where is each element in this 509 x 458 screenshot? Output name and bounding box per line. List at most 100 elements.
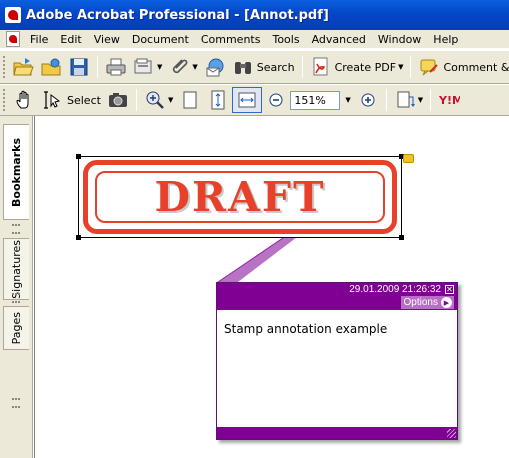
create-pdf-label: Create PDF [334,60,397,74]
resize-handle-bottom-right[interactable] [399,235,404,240]
panel-grip[interactable] [12,293,20,303]
stamp-text: DRAFT [154,173,326,221]
paperclip-icon [173,59,188,74]
menu-file[interactable]: File [24,33,54,46]
stamp-annotation[interactable]: DRAFT [76,154,404,240]
search-button[interactable]: Search [229,54,298,80]
printer-icon [106,58,126,76]
popup-datetime: 29.01.2009 21:26:32 [349,284,441,295]
create-pdf-icon [313,57,328,76]
toolbar-separator [135,89,137,111]
text-cursor-arrow-icon [44,91,61,109]
rotate-pages-icon [397,91,415,108]
hand-tool-button[interactable] [11,87,39,113]
menu-bar: File Edit View Document Comments Tools A… [0,30,509,49]
fax-envelope-icon [134,58,152,74]
tab-signatures-label: Signatures [10,239,23,299]
popup-content[interactable]: Stamp annotation example [224,322,387,336]
tab-signatures[interactable]: Signatures [3,238,29,300]
annotation-popup[interactable]: 29.01.2009 21:26:32 ✕ Options ▶ Stamp an… [216,282,458,440]
create-pdf-button[interactable]: Create PDF ▼ [307,54,407,80]
panel-grip[interactable] [12,224,20,234]
toolbar-separator [430,89,432,111]
email-globe-icon [206,58,224,77]
resize-handle-bottom-left[interactable] [76,235,81,240]
popup-footer [217,427,457,439]
open-button[interactable] [9,54,37,80]
document-menu-icon[interactable] [6,31,20,47]
send-email-button[interactable] [201,54,229,80]
close-icon[interactable]: ✕ [445,285,454,294]
select-label: Select [67,93,101,107]
navigation-panel: Bookmarks Signatures Pages [0,116,33,458]
comment-markup-label: Comment & M [443,60,509,74]
title-bar: Adobe Acrobat Professional - [Annot.pdf] [0,0,509,30]
save-button[interactable] [65,54,93,80]
zoom-in-tool-button[interactable]: ▼ [141,87,176,113]
stamp-inner-frame: DRAFT [95,171,385,223]
chevron-down-icon: ▼ [398,63,404,71]
open-folder-icon [13,58,34,76]
toolbar-separator [97,56,98,78]
save-disk-icon [70,58,88,76]
organizer-button[interactable] [37,54,65,80]
email-dropdown-button[interactable]: ▼ [130,54,165,80]
note-marker-icon[interactable] [403,154,414,163]
menu-edit[interactable]: Edit [54,33,87,46]
toolbar-grip[interactable] [3,56,5,78]
fit-page-button[interactable] [204,87,232,113]
svg-text:Y!M: Y!M [438,94,460,107]
zoom-out-circle-icon [269,93,283,107]
print-button[interactable] [102,54,130,80]
toolbar-grip[interactable] [3,89,7,111]
tab-pages-label: Pages [10,311,23,345]
snapshot-button[interactable] [104,87,132,113]
tab-pages[interactable]: Pages [3,306,29,350]
zoom-level-input[interactable] [290,90,341,110]
select-tool-button[interactable]: Select [39,87,104,113]
toolbar-separator [385,89,387,111]
rotate-view-button[interactable]: ▼ [391,87,426,113]
menu-tools[interactable]: Tools [266,33,305,46]
zoom-dropdown-button[interactable]: ▼ [340,87,353,113]
comment-markup-button[interactable]: Comment & M [415,54,509,80]
popup-options-label: Options [403,297,438,308]
menu-window[interactable]: Window [372,33,427,46]
organizer-icon [41,58,61,76]
yahoo-search-icon: Y!M [438,94,460,107]
tab-bookmarks[interactable]: Bookmarks [3,124,29,220]
resize-handle-top-left[interactable] [76,154,81,159]
menu-comments[interactable]: Comments [195,33,267,46]
chevron-down-icon: ▼ [167,96,174,104]
page-edge [34,116,37,458]
comment-markup-icon [420,59,439,76]
zoom-out-button[interactable] [262,87,290,113]
popup-options-button[interactable]: Options ▶ [400,296,454,309]
binoculars-icon [234,62,251,74]
chevron-down-icon: ▼ [157,63,163,71]
chevron-down-icon: ▼ [192,63,198,71]
panel-grip[interactable] [12,398,20,408]
fit-width-icon [238,92,256,108]
popup-header[interactable]: 29.01.2009 21:26:32 ✕ Options ▶ [217,283,457,310]
search-label: Search [256,60,295,74]
resize-grip-icon[interactable] [447,429,456,438]
tab-bookmarks-label: Bookmarks [10,137,23,207]
menu-help[interactable]: Help [427,33,464,46]
file-toolbar: ▼ ▼ Search Create PDF ▼ Comment & [0,50,509,84]
magnifier-icon [146,91,164,109]
acrobat-app-icon [5,7,21,23]
menu-advanced[interactable]: Advanced [306,33,372,46]
camera-icon [108,93,127,107]
fit-page-icon [211,90,225,110]
fit-width-button[interactable] [232,87,263,113]
zoom-in-circle-icon [361,93,375,107]
attach-button[interactable]: ▼ [165,54,200,80]
hand-icon [16,90,29,109]
actual-size-button[interactable] [176,87,204,113]
chevron-down-icon: ▼ [417,96,424,104]
menu-document[interactable]: Document [126,33,195,46]
zoom-in-button[interactable] [354,87,382,113]
yahoo-toolbar-button[interactable]: Y!M [435,87,463,113]
menu-view[interactable]: View [88,33,126,46]
